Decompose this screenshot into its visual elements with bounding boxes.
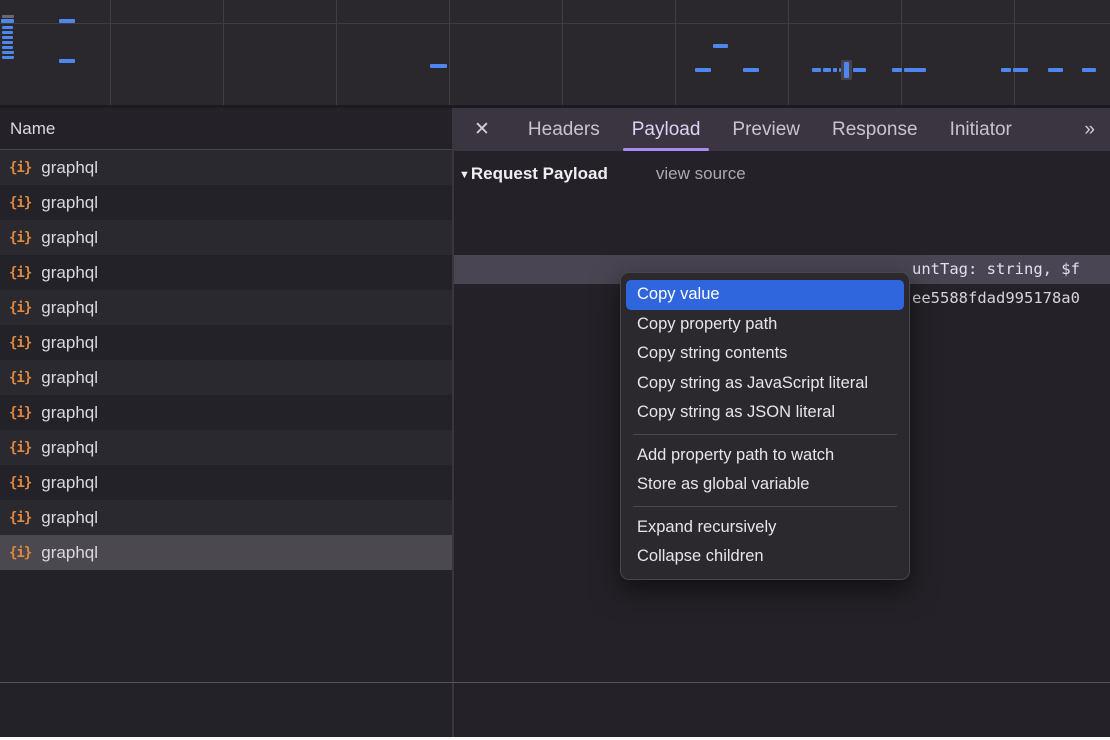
request-name: graphql (41, 298, 98, 318)
overview-request-bar (2, 56, 14, 59)
overview-request-bar (2, 31, 13, 34)
menu-item-collapse-children[interactable]: Collapse children (621, 542, 909, 572)
overview-request-bar (743, 68, 759, 72)
overview-request-bar (713, 44, 728, 48)
menu-item-expand-recursively[interactable]: Expand recursively (621, 513, 909, 543)
overview-request-bar (1082, 68, 1096, 72)
request-name: graphql (41, 263, 98, 283)
overview-request-bar (1001, 68, 1011, 72)
close-icon[interactable]: ✕ (474, 118, 490, 141)
table-row[interactable]: {i} graphql (0, 395, 452, 430)
overview-request-bar (2, 41, 13, 44)
table-row[interactable]: {i} graphql (0, 325, 452, 360)
menu-item-copy-string-js-literal[interactable]: Copy string as JavaScript literal (621, 369, 909, 399)
overview-request-bar (1, 19, 14, 23)
request-name: graphql (41, 438, 98, 458)
json-brackets-icon: {i} (9, 545, 31, 561)
overview-request-bar (695, 68, 711, 72)
overview-request-bar (2, 51, 14, 54)
table-row[interactable]: {i} graphql (0, 150, 452, 185)
overview-request-bar (1013, 68, 1028, 72)
table-row-selected[interactable]: {i} graphql (0, 535, 452, 570)
request-list-pane: Name {i} graphql {i} graphql {i} graphql… (0, 108, 452, 737)
overview-request-bar (59, 59, 75, 63)
overview-request-bar (2, 36, 13, 39)
table-row[interactable]: {i} graphql (0, 430, 452, 465)
table-row[interactable]: {i} graphql (0, 500, 452, 535)
devtools-network-panel: Name {i} graphql {i} graphql {i} graphql… (0, 0, 1110, 740)
overview-request-bar (2, 46, 13, 49)
menu-item-copy-value[interactable]: Copy value (626, 280, 904, 310)
menu-item-copy-string-json-literal[interactable]: Copy string as JSON literal (621, 398, 909, 428)
json-brackets-icon: {i} (9, 160, 31, 176)
overview-request-bar (430, 64, 447, 68)
json-brackets-icon: {i} (9, 195, 31, 211)
request-name: graphql (41, 193, 98, 213)
payload-section-title[interactable]: ▼Request Payload view source (459, 164, 746, 184)
expanded-triangle-icon[interactable]: ▼ (459, 169, 470, 181)
payload-row-operation-name[interactable]: operationName:"ipFlowTimeseries" (454, 226, 1110, 255)
overview-request-bar (904, 68, 926, 72)
table-row[interactable]: {i} graphql (0, 255, 452, 290)
view-source-link[interactable]: view source (656, 164, 746, 183)
overview-request-bar (59, 19, 75, 23)
request-name: graphql (41, 543, 98, 563)
menu-item-copy-string-contents[interactable]: Copy string contents (621, 339, 909, 369)
tab-preview[interactable]: Preview (721, 108, 811, 151)
table-row[interactable]: {i} graphql (0, 185, 452, 220)
json-brackets-icon: {i} (9, 475, 31, 491)
overview-request-bar (844, 62, 849, 78)
detail-tabbar: ✕ Headers Payload Preview Response Initi… (454, 108, 1110, 151)
menu-item-copy-property-path[interactable]: Copy property path (621, 310, 909, 340)
json-brackets-icon: {i} (9, 510, 31, 526)
bottom-divider-line (0, 682, 1110, 683)
property-value-continued: ee5588fdad995178a0 (912, 284, 1080, 313)
json-brackets-icon: {i} (9, 370, 31, 386)
table-row[interactable]: {i} graphql (0, 465, 452, 500)
json-brackets-icon: {i} (9, 265, 31, 281)
more-tabs-icon[interactable]: » (1084, 119, 1092, 141)
context-menu: Copy value Copy property path Copy strin… (620, 272, 910, 580)
overview-request-bar (892, 68, 902, 72)
request-name: graphql (41, 473, 98, 493)
menu-item-add-property-path-to-watch[interactable]: Add property path to watch (621, 441, 909, 471)
overview-request-bar (2, 15, 14, 18)
table-row[interactable]: {i} graphql (0, 290, 452, 325)
json-brackets-icon: {i} (9, 335, 31, 351)
tab-headers[interactable]: Headers (517, 108, 611, 151)
overview-request-bar (833, 68, 837, 72)
json-brackets-icon: {i} (9, 300, 31, 316)
menu-separator (633, 434, 897, 435)
overview-request-bar (2, 26, 13, 29)
menu-item-store-as-global-variable[interactable]: Store as global variable (621, 470, 909, 500)
json-brackets-icon: {i} (9, 440, 31, 456)
payload-root-row[interactable]: ▼{operationName: "ipFlowTimeseries", var… (454, 196, 1110, 225)
table-row[interactable]: {i} graphql (0, 220, 452, 255)
table-row[interactable]: {i} graphql (0, 360, 452, 395)
tab-payload[interactable]: Payload (621, 108, 712, 151)
request-name: graphql (41, 403, 98, 423)
overview-request-bar (812, 68, 821, 72)
overview-request-bar (823, 68, 831, 72)
tab-response[interactable]: Response (821, 108, 929, 151)
name-column-header[interactable]: Name (0, 108, 452, 150)
request-name: graphql (41, 228, 98, 248)
property-value-continued: untTag: string, $f (912, 255, 1080, 284)
section-title-text: Request Payload (471, 164, 608, 183)
json-brackets-icon: {i} (9, 405, 31, 421)
request-name: graphql (41, 508, 98, 528)
overview-request-bar (1048, 68, 1063, 72)
request-name: graphql (41, 368, 98, 388)
json-brackets-icon: {i} (9, 230, 31, 246)
tab-initiator[interactable]: Initiator (939, 108, 1023, 151)
network-overview-timeline[interactable] (0, 0, 1110, 108)
overview-request-bar (853, 68, 866, 72)
request-name: graphql (41, 158, 98, 178)
request-name: graphql (41, 333, 98, 353)
menu-separator (633, 506, 897, 507)
